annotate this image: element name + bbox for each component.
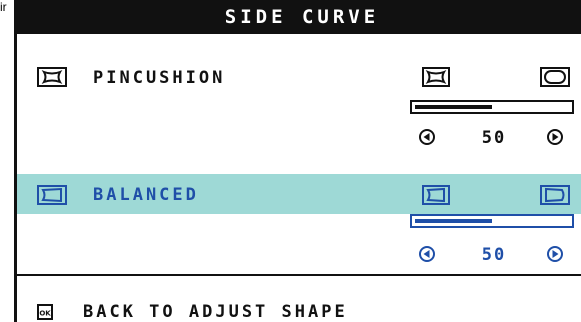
option-label-balanced: BALANCED <box>93 185 199 205</box>
svg-text:OK: OK <box>39 310 51 318</box>
decrease-arrow-icon[interactable] <box>419 246 435 262</box>
balanced-left-icon[interactable] <box>422 185 450 205</box>
level-fill-balanced <box>415 219 492 223</box>
option-label-pincushion: PINCUSHION <box>93 68 226 88</box>
balanced-icon <box>37 185 67 205</box>
barrel-shape-icon[interactable] <box>540 67 570 87</box>
pincushion-shape-icon[interactable] <box>422 67 450 87</box>
pincushion-icon <box>37 67 67 87</box>
value-balanced: 50 <box>481 245 507 265</box>
osd-menu: SIDE CURVE PINCUSHION 50 BALANCED 50 OK … <box>14 0 581 322</box>
menu-title: SIDE CURVE <box>17 0 581 34</box>
value-pincushion: 50 <box>481 128 507 148</box>
level-bar-balanced[interactable] <box>410 214 574 228</box>
background-text-fragment: ir <box>0 0 7 14</box>
level-fill-pincushion <box>415 105 492 109</box>
option-balanced[interactable]: BALANCED 50 <box>17 174 581 274</box>
increase-arrow-icon[interactable] <box>547 129 563 145</box>
option-pincushion[interactable]: PINCUSHION 50 <box>17 34 581 174</box>
ok-icon: OK <box>37 304 53 320</box>
balanced-right-icon[interactable] <box>540 185 570 205</box>
level-bar-pincushion[interactable] <box>410 100 574 114</box>
back-label: BACK TO ADJUST SHAPE <box>83 302 348 322</box>
back-to-adjust-shape[interactable]: OK BACK TO ADJUST SHAPE <box>17 276 581 322</box>
increase-arrow-icon[interactable] <box>547 246 563 262</box>
decrease-arrow-icon[interactable] <box>419 129 435 145</box>
